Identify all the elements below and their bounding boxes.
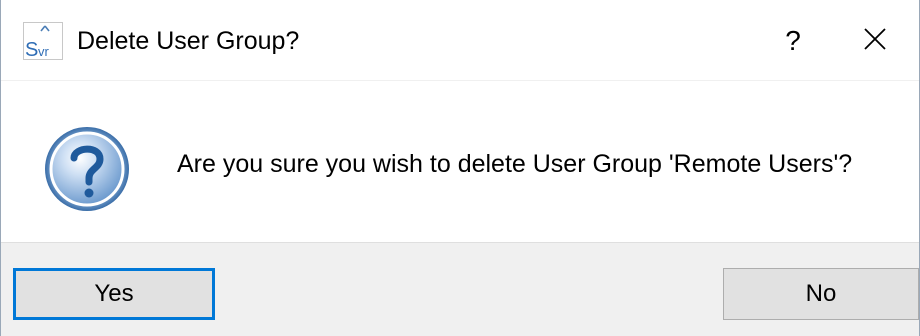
- button-bar: Yes No: [1, 242, 919, 336]
- close-icon: [863, 27, 887, 56]
- question-icon: [43, 125, 131, 213]
- delete-user-group-dialog: S vr Delete User Group? ? Are you sure y…: [0, 0, 920, 336]
- svg-text:vr: vr: [38, 44, 50, 59]
- help-label: ?: [785, 25, 801, 56]
- yes-label: Yes: [94, 280, 134, 307]
- svg-text:S: S: [25, 39, 38, 60]
- title-bar[interactable]: S vr Delete User Group? ?: [1, 0, 919, 80]
- no-label: No: [805, 280, 837, 307]
- window-title: Delete User Group?: [77, 27, 300, 55]
- svr-app-icon: S vr: [23, 22, 63, 61]
- no-button[interactable]: No: [723, 268, 919, 320]
- close-button[interactable]: [847, 16, 903, 66]
- help-button[interactable]: ?: [767, 16, 819, 66]
- yes-button[interactable]: Yes: [13, 268, 215, 320]
- confirmation-message: Are you sure you wish to delete User Gro…: [177, 150, 853, 178]
- dialog-content: Are you sure you wish to delete User Gro…: [1, 80, 919, 243]
